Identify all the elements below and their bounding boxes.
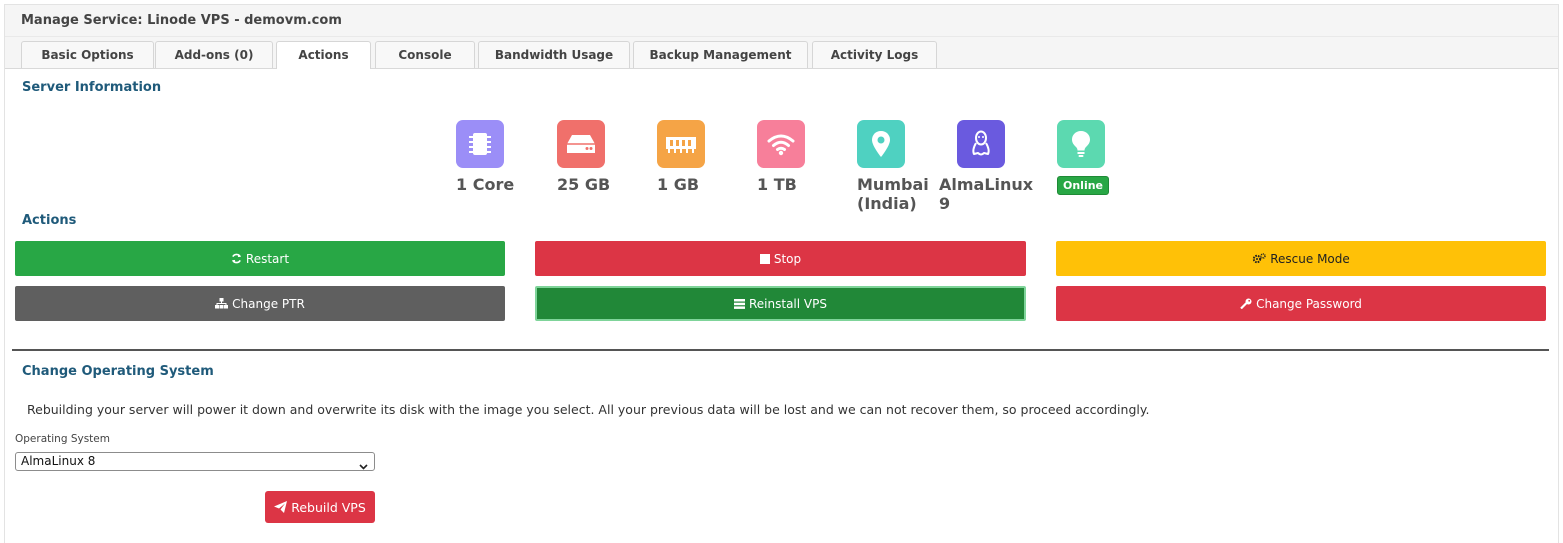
spec-os: AlmaLinux 9	[939, 120, 1033, 213]
linux-icon	[957, 120, 1005, 168]
rescue-mode-label: Rescue Mode	[1270, 251, 1350, 266]
stop-icon	[759, 253, 770, 264]
change-ptr-label: Change PTR	[232, 296, 305, 311]
rebuild-warning-text: Rebuilding your server will power it dow…	[27, 402, 1150, 417]
gears-icon	[1252, 253, 1266, 264]
spec-memory-value: 1 GB	[657, 175, 700, 194]
sitemap-icon	[215, 298, 229, 309]
refresh-icon	[231, 253, 242, 264]
chevron-down-icon	[359, 458, 368, 475]
panel-title: Manage Service: Linode VPS - demovm.com	[5, 5, 1558, 37]
hard-drive-icon	[557, 120, 605, 168]
reinstall-vps-label: Reinstall VPS	[749, 296, 827, 311]
lightbulb-icon	[1057, 120, 1105, 168]
status-badge: Online	[1057, 176, 1110, 195]
spec-cpu-value: 1 Core	[456, 175, 515, 194]
stop-button[interactable]: Stop	[535, 241, 1026, 276]
key-icon	[1240, 298, 1252, 309]
spec-memory: 1 GB	[657, 120, 727, 194]
tab-console[interactable]: Console	[375, 41, 475, 68]
change-password-button[interactable]: Change Password	[1056, 286, 1546, 321]
tab-actions[interactable]: Actions	[276, 41, 371, 69]
memory-icon	[657, 120, 705, 168]
map-pin-icon	[857, 120, 905, 168]
spec-disk-value: 25 GB	[557, 175, 611, 194]
actions-title: Actions	[22, 213, 77, 228]
cpu-icon	[456, 120, 504, 168]
tab-activity-logs[interactable]: Activity Logs	[812, 41, 937, 68]
paper-plane-icon	[274, 501, 288, 513]
operating-system-selected: AlmaLinux 8	[21, 454, 96, 468]
rebuild-vps-button[interactable]: Rebuild VPS	[265, 491, 375, 523]
rescue-mode-button[interactable]: Rescue Mode	[1056, 241, 1546, 276]
spec-bandwidth-value: 1 TB	[757, 175, 797, 194]
spec-bandwidth: 1 TB	[757, 120, 827, 194]
change-os-title: Change Operating System	[22, 364, 214, 379]
spec-cpu: 1 Core	[456, 120, 526, 194]
server-information-title: Server Information	[22, 80, 162, 95]
wifi-icon	[757, 120, 805, 168]
tab-bar: Basic Options Add-ons (0) Actions Consol…	[5, 37, 1558, 69]
tab-addons[interactable]: Add-ons (0)	[155, 41, 273, 68]
restart-button[interactable]: Restart	[15, 241, 505, 276]
restart-label: Restart	[245, 251, 290, 266]
spec-status: Online	[1057, 120, 1127, 195]
rebuild-vps-label: Rebuild VPS	[291, 499, 366, 515]
stop-label: Stop	[773, 251, 802, 266]
operating-system-label: Operating System	[15, 433, 110, 445]
tab-bandwidth-usage[interactable]: Bandwidth Usage	[478, 41, 630, 68]
tab-backup-management[interactable]: Backup Management	[633, 41, 808, 68]
spec-location-value: Mumbai (India)	[857, 175, 929, 213]
spec-location: Mumbai (India)	[857, 120, 929, 213]
operating-system-select[interactable]: AlmaLinux 8	[15, 452, 375, 471]
change-password-label: Change Password	[1256, 296, 1362, 311]
section-divider	[12, 349, 1549, 351]
tab-basic-options[interactable]: Basic Options	[21, 41, 154, 68]
spec-disk: 25 GB	[557, 120, 627, 194]
change-ptr-button[interactable]: Change PTR	[15, 286, 505, 321]
server-icon	[734, 298, 745, 309]
spec-os-value: AlmaLinux 9	[939, 175, 1034, 213]
reinstall-vps-button[interactable]: Reinstall VPS	[535, 286, 1026, 321]
